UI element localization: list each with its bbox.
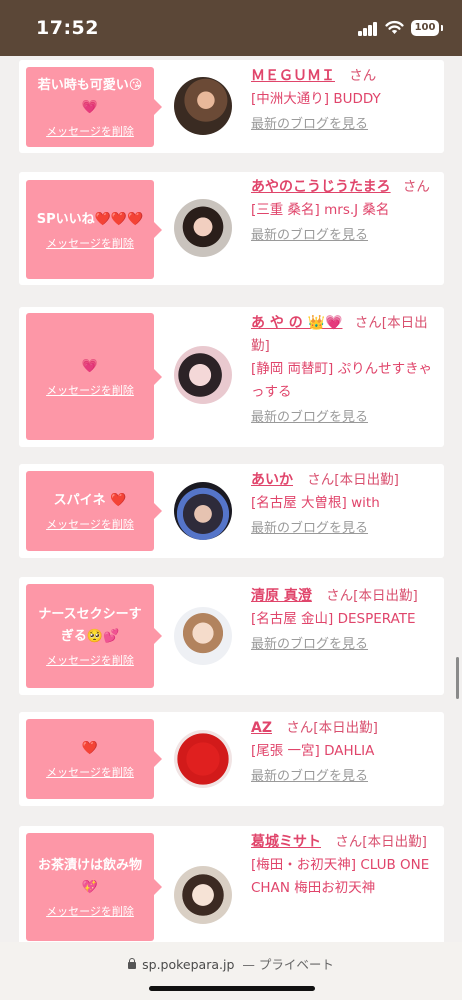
message-bubble: SPいいね❤️❤️❤️ メッセージを削除 xyxy=(26,180,162,279)
avatar[interactable] xyxy=(174,482,232,540)
latest-blog-link[interactable]: 最新のブログを見る xyxy=(251,517,368,540)
list-item: 若い時も可愛い😘💗 メッセージを削除 ＭＥＧＵＭＩ さん [中洲大通り] BUD… xyxy=(19,60,444,153)
list-item: 💗 メッセージを削除 あ や の 👑💗 さん[本日出勤] [静岡 両替町] ぷり… xyxy=(19,307,444,447)
honorific: さん[本日出勤] xyxy=(286,720,378,736)
latest-blog-link[interactable]: 最新のブログを見る xyxy=(251,406,368,429)
list-item: お茶漬けは飲み物💖 メッセージを削除 葛城ミサト さん[本日出勤] [梅田・お初… xyxy=(19,826,444,942)
message-bubble: 💗 メッセージを削除 xyxy=(26,313,162,440)
message-text: 💗 xyxy=(81,358,99,374)
cast-name-link[interactable]: あいか xyxy=(251,472,293,488)
message-text: 若い時も可愛い😘💗 xyxy=(37,78,143,115)
delete-message-link[interactable]: メッセージを削除 xyxy=(46,382,134,398)
cast-name-link[interactable]: あ や の 👑💗 xyxy=(251,315,343,331)
cast-name-link[interactable]: あやのこうじうたまろ xyxy=(251,179,391,195)
avatar[interactable] xyxy=(174,199,232,257)
delete-message-link[interactable]: メッセージを削除 xyxy=(46,652,134,668)
cast-name-link[interactable]: ＭＥＧＵＭＩ xyxy=(251,68,335,84)
avatar[interactable] xyxy=(174,77,232,135)
battery-icon: 100 xyxy=(411,20,443,36)
message-text: スパイネ ❤️ xyxy=(53,493,127,508)
honorific: さん[本日出勤] xyxy=(326,588,418,604)
honorific: さん xyxy=(402,179,430,195)
avatar[interactable] xyxy=(174,607,232,665)
avatar[interactable] xyxy=(174,730,232,788)
message-bubble: 若い時も可愛い😘💗 メッセージを削除 xyxy=(26,67,162,147)
shop-label: [静岡 両替町] ぷりんせすきゃっする xyxy=(251,361,433,400)
list-item: スパイネ ❤️ メッセージを削除 あいか さん[本日出勤] [名古屋 大曽根] … xyxy=(19,464,444,558)
delete-message-link[interactable]: メッセージを削除 xyxy=(46,123,134,139)
delete-message-link[interactable]: メッセージを削除 xyxy=(46,903,134,919)
cast-name-link[interactable]: 葛城ミサト xyxy=(251,834,321,850)
lock-icon xyxy=(128,958,137,969)
list-item: SPいいね❤️❤️❤️ メッセージを削除 あやのこうじうたまろ さん [三重 桑… xyxy=(19,172,444,285)
shop-label: [三重 桑名] mrs.J 桑名 xyxy=(251,202,390,218)
honorific: さん xyxy=(349,68,377,84)
private-mode-label: — プライベート xyxy=(242,957,334,972)
shop-label: [中洲大通り] BUDDY xyxy=(251,91,381,107)
clock: 17:52 xyxy=(36,17,99,39)
delete-message-link[interactable]: メッセージを削除 xyxy=(46,235,134,251)
delete-message-link[interactable]: メッセージを削除 xyxy=(46,516,134,532)
message-list[interactable]: 若い時も可愛い😘💗 メッセージを削除 ＭＥＧＵＭＩ さん [中洲大通り] BUD… xyxy=(0,56,462,942)
message-text: ナースセクシーすぎる🥺💕 xyxy=(38,607,142,644)
wifi-icon xyxy=(385,20,404,34)
status-bar: 17:52 100 xyxy=(0,0,462,56)
latest-blog-link[interactable]: 最新のブログを見る xyxy=(251,765,368,788)
honorific: さん[本日出勤] xyxy=(307,472,399,488)
latest-blog-link[interactable]: 最新のブログを見る xyxy=(251,113,368,136)
honorific: さん[本日出勤] xyxy=(335,834,427,850)
message-bubble: ❤️ メッセージを削除 xyxy=(26,719,162,799)
message-bubble: お茶漬けは飲み物💖 メッセージを削除 xyxy=(26,833,162,941)
message-text: お茶漬けは飲み物💖 xyxy=(37,858,142,895)
shop-label: [梅田・お初天神] CLUB ONE CHAN 梅田お初天神 xyxy=(251,857,430,896)
home-indicator[interactable] xyxy=(149,986,315,991)
message-bubble: スパイネ ❤️ メッセージを削除 xyxy=(26,471,162,551)
shop-label: [名古屋 金山] DESPERATE xyxy=(251,611,416,627)
avatar[interactable] xyxy=(174,866,232,924)
delete-message-link[interactable]: メッセージを削除 xyxy=(46,764,134,780)
message-text: ❤️ xyxy=(81,741,99,756)
scrollbar[interactable] xyxy=(456,657,459,699)
shop-label: [名古屋 大曽根] with xyxy=(251,495,380,511)
shop-label: [尾張 一宮] DAHLIA xyxy=(251,743,375,759)
latest-blog-link[interactable]: 最新のブログを見る xyxy=(251,224,368,247)
list-item: ❤️ メッセージを削除 AZ さん[本日出勤] [尾張 一宮] DAHLIA 最… xyxy=(19,712,444,806)
cast-name-link[interactable]: 清原 真澄 xyxy=(251,588,312,604)
url-text: sp.pokepara.jp xyxy=(142,957,235,972)
list-item: ナースセクシーすぎる🥺💕 メッセージを削除 清原 真澄 さん[本日出勤] [名古… xyxy=(19,577,444,695)
browser-address-bar[interactable]: sp.pokepara.jp — プライベート xyxy=(0,942,462,1000)
message-bubble: ナースセクシーすぎる🥺💕 メッセージを削除 xyxy=(26,584,162,688)
cast-name-link[interactable]: AZ xyxy=(251,720,272,736)
avatar[interactable] xyxy=(174,346,232,404)
latest-blog-link[interactable]: 最新のブログを見る xyxy=(251,633,368,656)
message-text: SPいいね❤️❤️❤️ xyxy=(36,211,144,227)
cellular-signal-icon xyxy=(358,22,379,36)
